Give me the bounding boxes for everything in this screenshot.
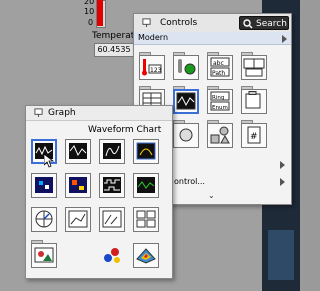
intensity-graph-item[interactable]: [63, 170, 93, 200]
picture-icon: [34, 247, 54, 263]
scale-tick: 20: [84, 0, 95, 6]
refnum-palette[interactable]: [171, 120, 201, 150]
more-chevron-icon[interactable]: ⌄: [208, 191, 215, 200]
scale-tick: 10: [84, 7, 95, 16]
intensity-chart-icon: [35, 177, 53, 193]
svg-text:123: 123: [150, 67, 162, 74]
ex-xy-graph-icon: [136, 142, 156, 160]
svg-text:Ring: Ring: [212, 95, 224, 101]
background-image: [268, 230, 294, 280]
xy-plot-matrix-item[interactable]: [131, 204, 161, 234]
ring-enum-icon: Ring Enum: [210, 91, 230, 111]
expand-arrow-icon[interactable]: [280, 161, 285, 169]
xy-plot-matrix-icon: [136, 210, 156, 228]
svg-text:Enum: Enum: [212, 105, 228, 111]
digital-waveform-icon: [103, 177, 121, 193]
graph-subpalette[interactable]: Graph Waveform Chart: [25, 105, 173, 279]
waveform-graph-icon: [69, 143, 87, 159]
svg-text:Path: Path: [212, 70, 225, 77]
search-icon: [243, 19, 253, 29]
mixed-signal-item[interactable]: [131, 170, 161, 200]
decorations-palette[interactable]: [205, 120, 235, 150]
feather-plot-icon: [102, 210, 122, 228]
variant-icon: #: [247, 126, 261, 144]
string-path-palette[interactable]: abc Path: [205, 52, 235, 82]
svg-text:#: #: [250, 132, 258, 142]
graph-icon: [176, 92, 196, 110]
array-cluster-palette[interactable]: [239, 52, 269, 82]
category-label: Modern: [138, 33, 169, 42]
array-cluster-icon: [243, 58, 265, 77]
expand-arrow-icon: [282, 35, 287, 43]
variant-palette[interactable]: #: [239, 120, 269, 150]
containers-palette[interactable]: [239, 86, 269, 116]
compass-plot-icon: [35, 210, 53, 228]
picture-palette-item[interactable]: [29, 240, 59, 270]
category-modern[interactable]: Modern: [134, 32, 291, 45]
3d-surface-icon: [136, 248, 156, 264]
search-label: Search: [256, 19, 287, 29]
hovered-item-label: Waveform Chart: [88, 125, 162, 135]
ring-enum-palette[interactable]: Ring Enum: [205, 86, 235, 116]
refnum-icon: [179, 128, 193, 142]
containers-icon: [245, 91, 261, 109]
3d-scatter-icon: [104, 248, 120, 263]
thermometer-fill: [97, 0, 103, 26]
intensity-graph-icon: [69, 177, 87, 193]
boolean-icon: [178, 59, 196, 75]
compass-plot-item[interactable]: [29, 204, 59, 234]
numeric-palette[interactable]: 123: [137, 52, 167, 82]
boolean-palette[interactable]: [171, 52, 201, 82]
mouse-cursor-icon: [44, 154, 54, 168]
error-bar-icon: [68, 210, 88, 228]
feather-plot-item[interactable]: [97, 204, 127, 234]
3d-scatter-item[interactable]: [97, 240, 127, 270]
indicator-label: Temperat: [92, 31, 135, 41]
controls-palette-header[interactable]: Controls Search: [134, 14, 291, 33]
palette-title: Controls: [160, 18, 198, 28]
pin-icon[interactable]: [34, 108, 43, 117]
expand-arrow-icon[interactable]: [280, 178, 285, 186]
waveform-graph-item[interactable]: [63, 136, 93, 166]
mixed-signal-icon: [137, 177, 155, 193]
indicator-value[interactable]: 60.4535: [94, 43, 134, 57]
graph-palette-header[interactable]: Graph: [26, 106, 172, 121]
string-path-icon: abc Path: [210, 57, 230, 77]
xy-graph-item[interactable]: [97, 136, 127, 166]
digital-waveform-item[interactable]: [97, 170, 127, 200]
graph-palette[interactable]: [171, 86, 201, 116]
more-controls-link[interactable]: ontrol...: [174, 177, 205, 186]
search-button[interactable]: Search: [239, 16, 289, 30]
svg-text:abc: abc: [213, 60, 224, 67]
3d-surface-item[interactable]: [131, 240, 161, 270]
scale-tick: 0: [88, 18, 94, 27]
ex-xy-graph-item[interactable]: [131, 136, 161, 166]
xy-graph-icon: [103, 143, 121, 159]
numeric-icon: 123: [142, 59, 162, 76]
palette-title: Graph: [48, 108, 76, 118]
pin-icon[interactable]: [142, 18, 151, 27]
decorations-icon: [210, 126, 230, 144]
error-bar-item[interactable]: [63, 204, 93, 234]
intensity-chart-item[interactable]: [29, 170, 59, 200]
